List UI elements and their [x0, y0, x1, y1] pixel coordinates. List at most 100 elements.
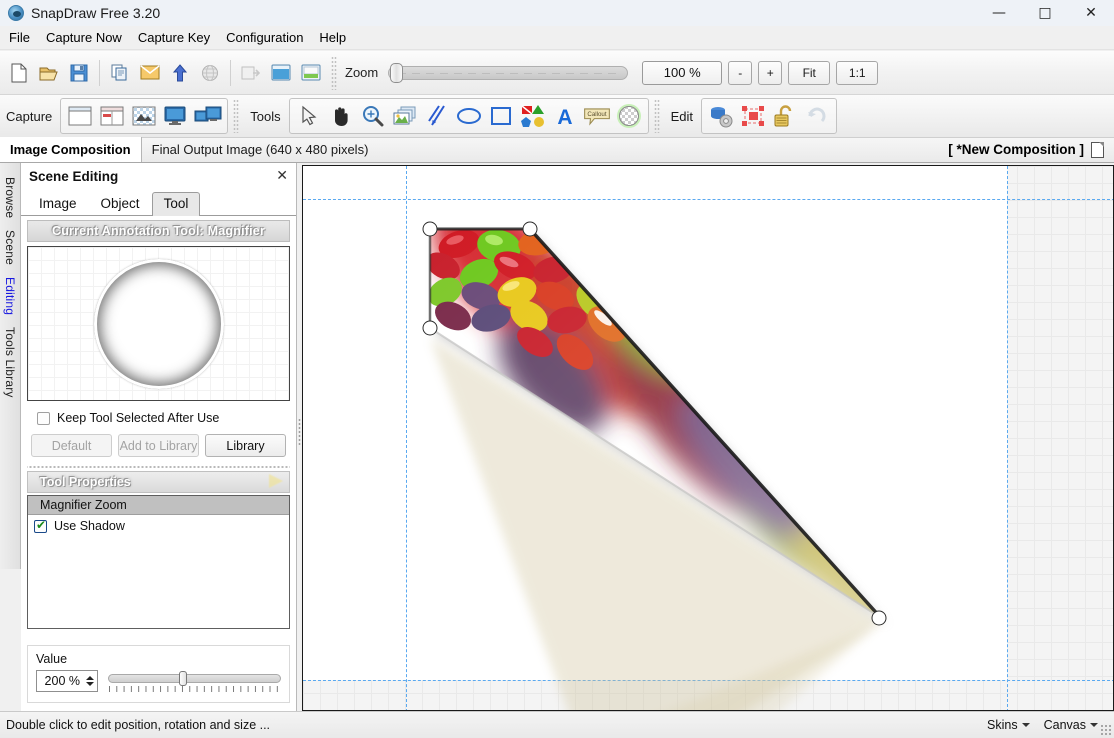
toolbar-separator [99, 59, 100, 86]
chevron-down-icon-2 [1090, 723, 1098, 727]
capture-region-icon[interactable] [96, 100, 128, 132]
tool-preview [27, 246, 290, 401]
sidebar-item-browse[interactable]: Browse [1, 171, 19, 224]
copy-icon[interactable] [106, 58, 134, 88]
handle-apex[interactable] [871, 610, 887, 626]
tool-properties-table: Magnifier Zoom Use Shadow [27, 495, 290, 629]
window-blue-icon[interactable] [267, 58, 295, 88]
application-window: SnapDraw Free 3.20 — □ ✕ File Capture No… [0, 0, 1114, 738]
default-button[interactable]: Default [31, 434, 112, 457]
skins-dropdown[interactable]: Skins [987, 718, 1030, 732]
open-folder-icon[interactable] [35, 58, 63, 88]
spinner-arrows[interactable] [84, 676, 97, 686]
zoom-slider[interactable] [388, 62, 629, 83]
zoom-slider-thumb[interactable] [390, 62, 404, 83]
keep-tool-row[interactable]: Keep Tool Selected After Use [27, 411, 290, 425]
transparency-icon[interactable] [613, 100, 645, 132]
handle-top-left[interactable] [422, 221, 438, 237]
unlock-icon[interactable] [769, 100, 801, 132]
value-label: Value [36, 652, 68, 666]
menu-file[interactable]: File [2, 27, 37, 48]
minimize-button[interactable]: — [976, 0, 1022, 26]
mail-envelope-icon[interactable] [136, 58, 164, 88]
capture-fullscreen-icon[interactable] [160, 100, 192, 132]
keep-tool-checkbox[interactable] [37, 411, 50, 425]
tab-tool[interactable]: Tool [151, 192, 201, 216]
add-to-library-button[interactable]: Add to Library [118, 434, 199, 457]
canvas-dropdown[interactable]: Canvas [1044, 718, 1098, 732]
menu-capture-key[interactable]: Capture Key [131, 27, 217, 48]
capture-window-icon[interactable] [64, 100, 96, 132]
panel-splitter[interactable] [27, 462, 290, 471]
capture-transparent-icon[interactable] [128, 100, 160, 132]
value-field[interactable]: 200 % [37, 674, 84, 688]
library-button[interactable]: Library [205, 434, 286, 457]
status-bar-right: Skins Canvas [987, 718, 1114, 732]
image-stack-icon[interactable] [389, 100, 421, 132]
text-tool-icon[interactable]: A [549, 100, 581, 132]
property-group-header: Magnifier Zoom [28, 496, 289, 515]
window-green-icon[interactable] [297, 58, 325, 88]
value-controls: 200 % [36, 670, 281, 692]
pointer-arrow-icon[interactable] [293, 100, 325, 132]
value-spinner[interactable]: 200 % [36, 670, 98, 692]
value-slider[interactable] [108, 670, 281, 692]
magnifier-jellybeans-object[interactable] [303, 166, 1113, 710]
window-title: SnapDraw Free 3.20 [31, 5, 161, 21]
callout-icon[interactable]: Callout [581, 100, 613, 132]
tab-image-composition[interactable]: Image Composition [0, 137, 142, 162]
handle-bottom-left[interactable] [422, 320, 438, 336]
scene-panel-header: Scene Editing ✕ [21, 163, 296, 189]
close-icon[interactable]: ✕ [276, 168, 288, 184]
export-icon[interactable] [237, 58, 265, 88]
magnifier-icon[interactable] [357, 100, 389, 132]
page-icon[interactable] [1091, 141, 1104, 158]
zoom-percent-field[interactable]: 100 % [642, 60, 723, 85]
value-slider-track[interactable] [108, 674, 281, 683]
new-icon[interactable] [5, 58, 33, 88]
use-shadow-checkbox[interactable] [34, 518, 47, 533]
tool-action-buttons: Default Add to Library Library [27, 434, 290, 457]
handle-top-right[interactable] [522, 221, 538, 237]
hand-pan-icon[interactable] [325, 100, 357, 132]
globe-icon[interactable] [196, 58, 224, 88]
skins-label: Skins [987, 718, 1018, 732]
tools-grip-2[interactable] [653, 99, 660, 133]
arrow-line-icon[interactable] [421, 100, 453, 132]
sidebar-item-tools-library[interactable]: Tools Library [1, 321, 19, 404]
maximize-button[interactable]: □ [1022, 0, 1068, 26]
node-edit-icon[interactable] [737, 100, 769, 132]
zoom-in-button[interactable]: + [758, 60, 783, 85]
canvas-area[interactable] [302, 165, 1114, 711]
rectangle-icon[interactable] [485, 100, 517, 132]
ellipse-icon[interactable] [453, 100, 485, 132]
edit-group-label: Edit [670, 108, 694, 124]
value-editor: Value 200 % [27, 645, 290, 703]
menu-capture-now[interactable]: Capture Now [39, 27, 129, 48]
zoom-out-button[interactable]: - [728, 60, 753, 85]
zoom-actual-size-button[interactable]: 1:1 [836, 60, 879, 85]
save-floppy-icon[interactable] [65, 58, 93, 88]
toolbar-grip[interactable] [331, 55, 337, 90]
sidebar-item-editing[interactable]: Editing [1, 271, 19, 321]
close-button[interactable]: ✕ [1068, 0, 1114, 26]
menu-configuration[interactable]: Configuration [219, 27, 310, 48]
window-resize-grip[interactable] [1100, 724, 1112, 736]
shapes-icon[interactable] [517, 100, 549, 132]
value-slider-thumb[interactable] [178, 671, 187, 686]
object-settings-icon[interactable] [705, 100, 737, 132]
tab-object[interactable]: Object [89, 192, 152, 215]
zoom-fit-button[interactable]: Fit [788, 60, 831, 85]
scene-editing-panel: Scene Editing ✕ Image Object Tool Curren… [21, 163, 297, 711]
spinner-up-icon[interactable] [85, 676, 94, 680]
capture-multiscreen-icon[interactable] [192, 100, 224, 132]
file-button-group [4, 56, 94, 90]
spinner-down-icon[interactable] [85, 682, 94, 686]
menu-help[interactable]: Help [312, 27, 353, 48]
use-shadow-row[interactable]: Use Shadow [28, 515, 289, 533]
tools-grip-1[interactable] [233, 99, 240, 133]
tab-image[interactable]: Image [27, 192, 89, 215]
toolbar-separator-2 [230, 59, 231, 86]
sidebar-item-scene[interactable]: Scene [1, 224, 19, 271]
upload-arrow-icon[interactable] [166, 58, 194, 88]
